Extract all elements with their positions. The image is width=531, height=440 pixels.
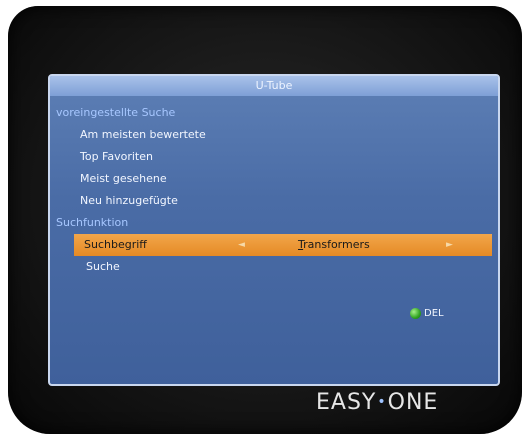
brand-left: EASY	[316, 390, 377, 415]
osd-screen: U-Tube voreingestellte Suche Am meisten …	[48, 74, 500, 386]
screen-title: U-Tube	[50, 76, 498, 96]
menu-item-top-favorites[interactable]: Top Favoriten	[50, 146, 498, 168]
menu-item-most-rated[interactable]: Am meisten bewertete	[50, 124, 498, 146]
brand-logo: EASY•ONE	[316, 390, 438, 415]
search-function-section-header: Suchfunktion	[56, 216, 129, 229]
tv-frame: U-Tube voreingestellte Suche Am meisten …	[8, 6, 522, 434]
menu-item-most-viewed[interactable]: Meist gesehene	[50, 168, 498, 190]
green-button-icon	[410, 308, 421, 319]
search-term-label: Suchbegriff	[84, 238, 147, 251]
search-term-value-rest: ransformers	[303, 238, 370, 251]
menu-item-newly-added[interactable]: Neu hinzugefügte	[50, 190, 498, 212]
search-term-field[interactable]: Suchbegriff ◄ Transformers ►	[74, 234, 492, 256]
del-hint[interactable]: DEL	[410, 308, 444, 319]
del-label: DEL	[424, 308, 444, 319]
brand-right: ONE	[387, 390, 439, 415]
brand-dot: •	[377, 394, 387, 410]
menu-list: voreingestellte Suche Am meisten bewerte…	[50, 96, 498, 278]
search-term-value[interactable]: Transformers	[298, 234, 370, 256]
arrow-right-icon[interactable]: ►	[446, 234, 453, 256]
preset-search-section-header: voreingestellte Suche	[56, 106, 176, 119]
arrow-left-icon[interactable]: ◄	[238, 234, 245, 256]
search-button[interactable]: Suche	[50, 256, 498, 278]
